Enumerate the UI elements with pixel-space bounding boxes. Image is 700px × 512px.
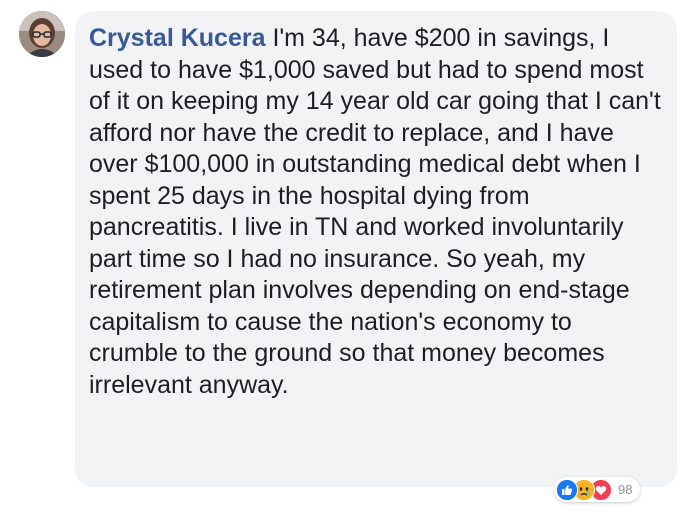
reactions-summary[interactable]: 98 xyxy=(554,477,641,502)
comment-bubble: Crystal Kucera I'm 34, have $200 in savi… xyxy=(75,11,677,487)
avatar-photo xyxy=(19,11,65,57)
comment: Crystal Kucera I'm 34, have $200 in savi… xyxy=(0,0,700,512)
author-name[interactable]: Crystal Kucera xyxy=(89,24,265,52)
comment-text: I'm 34, have $200 in savings, I used to … xyxy=(89,24,661,399)
like-icon xyxy=(556,478,578,501)
reaction-count: 98 xyxy=(618,482,633,497)
comment-body: Crystal Kucera I'm 34, have $200 in savi… xyxy=(89,23,663,401)
avatar[interactable] xyxy=(19,11,65,57)
